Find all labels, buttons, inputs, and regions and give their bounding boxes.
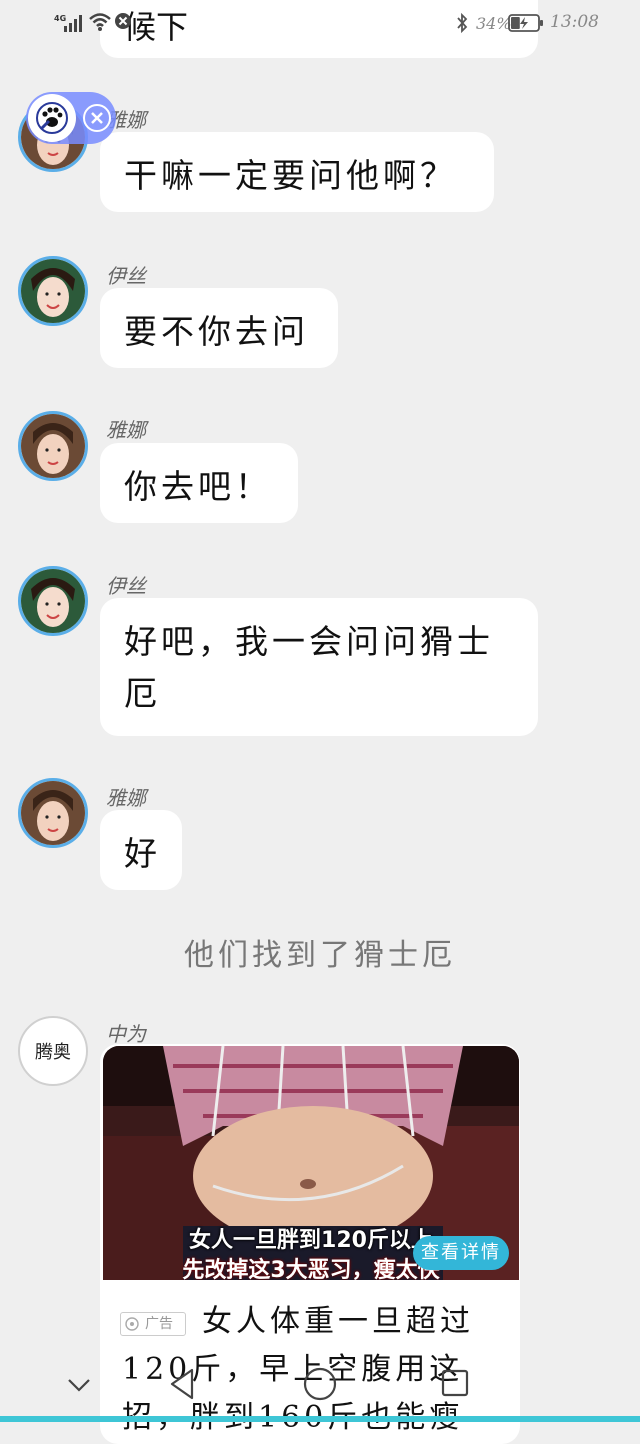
ad-sender-name: 中为 [106, 1022, 146, 1046]
battery-percent: 34% [476, 14, 512, 33]
sender-name: 伊丝 [106, 264, 146, 288]
view-details-button[interactable]: 查看详情 [413, 1236, 509, 1270]
home-circle-icon[interactable] [302, 1366, 338, 1402]
avatar-yana[interactable] [18, 778, 88, 848]
avatar-yisi[interactable] [18, 256, 88, 326]
clock: 13:08 [550, 12, 599, 32]
wifi-icon [89, 13, 111, 31]
sender-name: 伊丝 [106, 574, 146, 598]
message-bubble[interactable]: 要不你去问 [100, 288, 338, 368]
system-navigation-bar [0, 1350, 640, 1422]
ad-avatar[interactable]: 腾奥 [18, 1016, 88, 1086]
battery-icon [508, 14, 543, 32]
floating-assistant-widget[interactable] [26, 92, 116, 144]
avatar-yana[interactable] [18, 411, 88, 481]
message-bubble[interactable]: 好吧，我一会问问猾士厄 [100, 598, 538, 736]
paw-icon[interactable] [28, 94, 76, 142]
signal-icon [64, 15, 82, 32]
recent-square-icon[interactable] [440, 1368, 470, 1398]
message-bubble[interactable]: 好 [100, 810, 182, 890]
system-message: 他们找到了猾士厄 [184, 938, 456, 973]
avatar-yisi[interactable] [18, 566, 88, 636]
message-bubble[interactable]: 干嘛一定要问他啊？ [100, 132, 494, 212]
sender-name: 雅娜 [106, 418, 146, 442]
bottom-accent-strip [0, 1416, 640, 1422]
sender-name: 雅娜 [106, 786, 146, 810]
bluetooth-icon [457, 12, 468, 34]
back-triangle-icon[interactable] [166, 1366, 198, 1402]
chevron-down-icon[interactable] [64, 1372, 94, 1396]
status-bar: 4G 34% 13:08 [0, 0, 640, 46]
notification-close-icon [115, 13, 131, 29]
ad-image[interactable]: 女人一旦胖到120斤以上 先改掉这3大恶习，瘦太快 查看详情 [103, 1046, 519, 1280]
close-icon[interactable] [83, 104, 111, 132]
message-bubble[interactable]: 你去吧！ [100, 443, 298, 523]
